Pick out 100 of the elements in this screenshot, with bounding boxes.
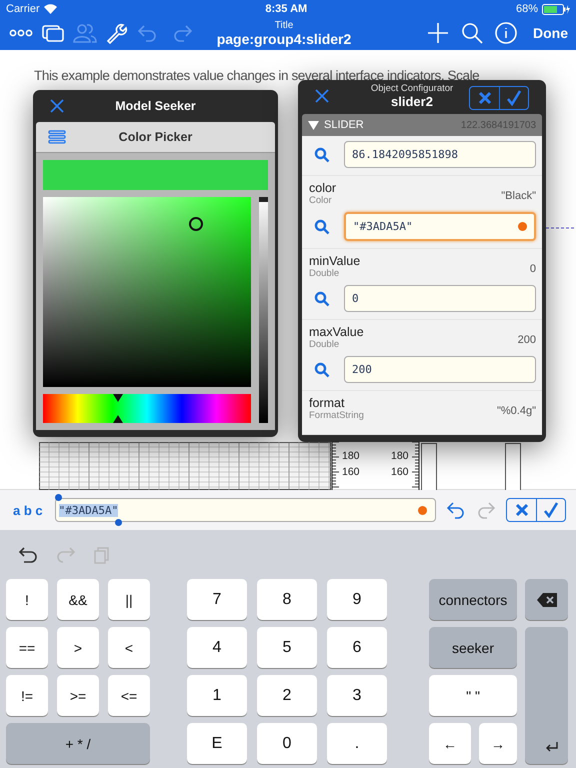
section-title: SLIDER [324,119,364,131]
keyboard-key[interactable]: 1 [187,675,247,716]
cross-icon [478,91,492,105]
keyboard-key[interactable]: 0 [257,723,317,764]
search-icon[interactable] [314,290,330,306]
status-time: 8:35 AM [265,3,308,15]
return-icon [546,742,558,752]
scale-label: 160 [391,466,409,478]
scale-label: 180 [391,450,409,462]
hue-marker[interactable] [112,394,123,423]
keyboard-key[interactable]: 9 [327,579,387,620]
keyboard-key[interactable]: ← [429,723,471,764]
windows-icon [40,22,66,44]
disclosure-icon [308,120,319,130]
add-button[interactable] [425,21,451,45]
close-button[interactable] [49,98,65,114]
picker-handle[interactable] [189,217,203,231]
undo-icon [446,500,466,520]
property-value: "%0.4g" [497,405,536,419]
info-button[interactable] [493,21,519,45]
property-type: Double [309,339,340,350]
keyboard-key[interactable]: 7 [187,579,247,620]
keyboard-key[interactable]: E [187,723,247,764]
battery-percent: 68% [516,3,538,15]
keyboard-key[interactable]: 4 [187,627,247,668]
keyboard-key[interactable]: < [108,627,150,668]
property-name: maxValue [309,325,364,339]
value-field[interactable]: "#3ADA5A" [344,212,536,241]
keyboard-key[interactable]: . [327,723,387,764]
panel-title: Color Picker [118,130,192,144]
property-name: minValue [309,254,360,268]
keyboard-key[interactable]: connectors [429,579,517,620]
search-button[interactable] [459,21,485,45]
edit-indicator [518,222,527,231]
copy-icon [94,546,110,564]
keyboard-key[interactable]: 6 [327,627,387,668]
selection-handle[interactable] [54,494,62,501]
cross-icon [514,503,528,517]
value-field[interactable]: 200 [344,356,536,383]
property-type: Color [309,195,333,206]
undo-button[interactable] [446,500,466,520]
value-field[interactable]: 0 [344,285,536,312]
keyboard-key[interactable]: " " [429,675,517,716]
keyboard-key[interactable]: >= [57,675,99,716]
brightness-thumb[interactable] [259,197,268,202]
keyboard-key[interactable]: seeker [429,627,517,668]
search-icon[interactable] [314,362,330,378]
checkmark-icon [543,502,559,518]
keyboard-key[interactable]: → [479,723,517,764]
color-field[interactable] [43,197,251,387]
scale-label: 160 [342,466,360,478]
window-title: Model Seeker [115,99,196,113]
keyboard-key[interactable]: 3 [327,675,387,716]
backspace-key[interactable] [525,579,568,620]
hue-slider[interactable] [43,394,251,423]
keyboard-key[interactable]: 2 [257,675,317,716]
battery-icon [542,4,570,14]
value-field[interactable]: 86.1842095851898 [344,141,536,168]
checkmark-icon [506,90,522,106]
edit-indicator [418,506,427,514]
close-button[interactable] [314,88,330,104]
keyboard-key[interactable]: + * / [6,723,150,764]
window-subtitle: Object Configurator [370,83,454,94]
selection-handle[interactable] [114,519,122,526]
done-button[interactable]: Done [533,25,568,41]
backspace-icon [536,592,556,606]
search-icon[interactable] [314,146,330,162]
property-name: color [309,181,336,195]
keyboard-key[interactable]: || [108,579,150,620]
plus-icon [425,21,451,45]
title-caption: Title [274,20,294,30]
undo-icon [18,546,38,564]
close-icon [314,88,330,104]
mode-label[interactable]: a b c [13,502,43,518]
search-icon [459,21,485,45]
keyboard-key[interactable]: > [57,627,99,668]
property-value: 200 [518,334,536,348]
search-icon[interactable] [314,218,330,234]
page-title: page:group4:slider2 [216,30,352,46]
windows-button[interactable] [40,22,66,44]
menu-button[interactable] [48,130,66,144]
keyboard-key[interactable]: ! [6,579,48,620]
keyboard-key[interactable]: <= [108,675,150,716]
wrench-button[interactable] [104,22,130,44]
wrench-icon [104,22,130,44]
keyboard-key[interactable]: 5 [257,627,317,668]
keyboard-key[interactable]: && [57,579,99,620]
wifi-icon [44,4,57,14]
keyboard-key[interactable]: != [6,675,48,716]
scale-label: 180 [342,450,360,462]
selected-text: "#3ADA5A" [58,504,118,516]
keyboard-key[interactable]: 8 [257,579,317,620]
brightness-slider[interactable] [259,197,268,423]
expression-field[interactable]: "#3ADA5A" [54,498,436,522]
carrier-label: Carrier [6,3,40,15]
redo-icon [476,500,496,520]
property-value: 0 [530,263,536,277]
keyboard-key[interactable]: == [6,627,48,668]
undo-button[interactable] [18,546,38,564]
window-title: slider2 [391,94,433,109]
